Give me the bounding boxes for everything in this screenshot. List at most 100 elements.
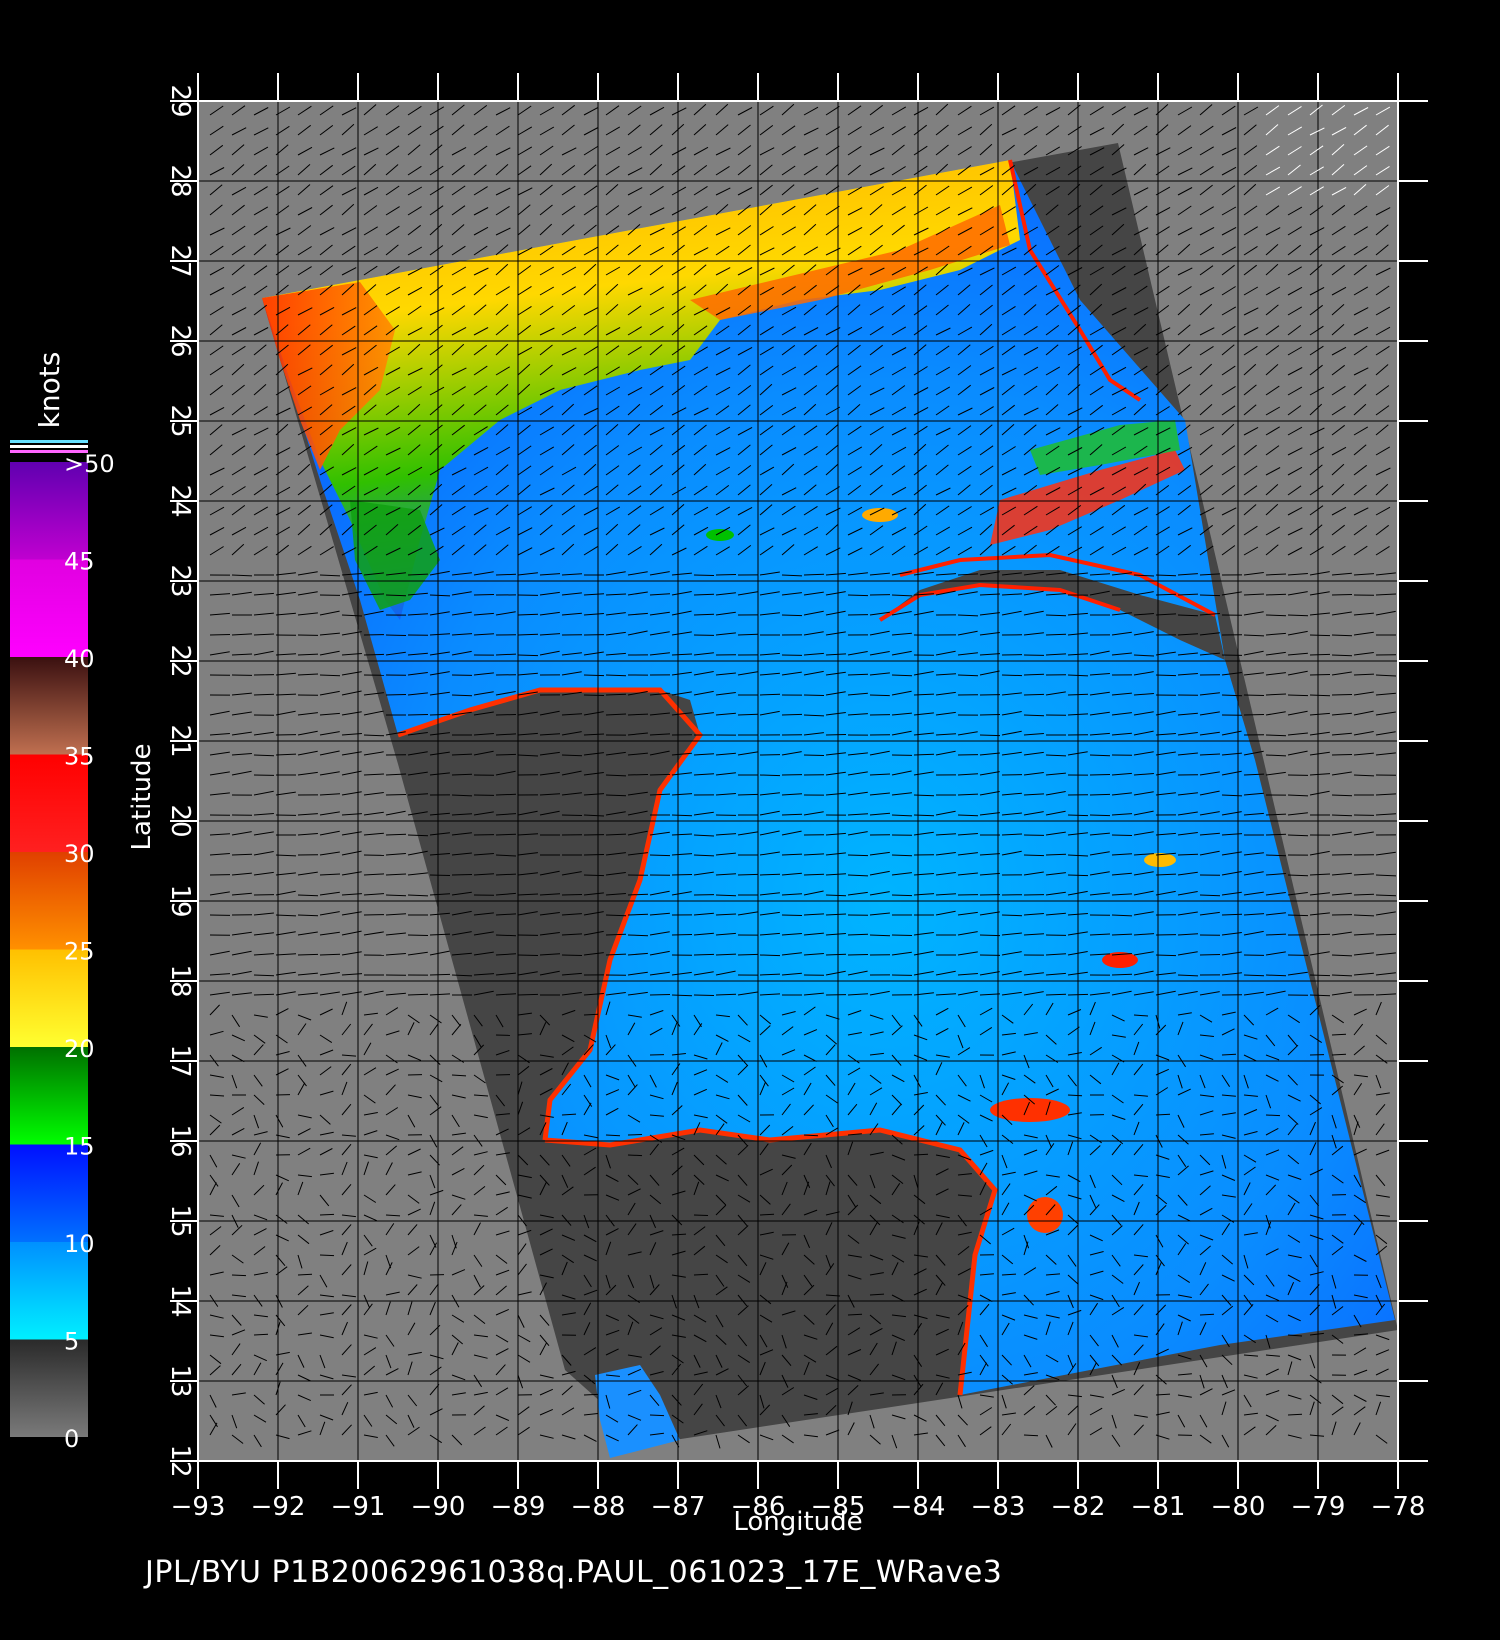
wind-vector [1331, 594, 1353, 596]
wind-vector [1067, 693, 1089, 696]
wind-vector [517, 633, 539, 636]
wind-vector [1089, 793, 1111, 796]
wind-vector [385, 694, 407, 696]
wind-vector [825, 734, 847, 736]
wind-vector [1199, 594, 1221, 597]
wind-vector [319, 1213, 335, 1216]
wind-vector [583, 1013, 599, 1016]
lat-tick-label: 25 [165, 404, 195, 437]
lat-tick-label: 12 [165, 1444, 195, 1477]
wind-vector [781, 914, 803, 916]
wind-vector [1089, 814, 1111, 817]
wind-vector [495, 714, 517, 716]
wind-vector [803, 694, 825, 696]
wind-vector [979, 934, 1001, 937]
wind-vector [297, 1273, 313, 1276]
wind-vector [979, 714, 1001, 716]
wind-vector [319, 953, 341, 956]
lat-tick-label: 18 [165, 964, 195, 997]
wind-vector [847, 673, 869, 676]
wind-vector [297, 953, 319, 956]
wind-vector [1265, 614, 1287, 617]
wind-vector [649, 854, 671, 857]
wind-vector [649, 994, 671, 996]
lon-tick-label: −79 [1291, 1492, 1346, 1522]
wind-vector [957, 674, 979, 677]
wind-vector [737, 633, 759, 636]
lon-tick-label: −93 [171, 1492, 226, 1522]
wind-vector [891, 894, 913, 897]
lon-tick-label: −89 [491, 1492, 546, 1522]
wind-vector [847, 854, 869, 857]
wind-vector [1199, 954, 1221, 956]
wind-vector [649, 1414, 665, 1417]
wind-vector [605, 794, 627, 797]
wind-vector [627, 1134, 643, 1136]
wind-vector [737, 953, 759, 956]
wind-vector [1331, 654, 1353, 657]
wind-vector [605, 933, 627, 936]
wind-vector [759, 954, 781, 957]
wind-vector [517, 993, 539, 996]
wind-vector [1265, 734, 1287, 737]
colorbar-overflow-marker [10, 445, 88, 448]
colorbar-tick-label: 40 [64, 645, 95, 673]
wind-vector [1199, 1313, 1215, 1316]
colorbar-tick-label: 25 [64, 938, 95, 966]
colorbar-tick-label: 30 [64, 840, 95, 868]
wind-vector [1221, 694, 1243, 697]
wind-vector [1199, 894, 1221, 897]
wind-vector [253, 754, 275, 757]
lon-tick-label: −84 [891, 1492, 946, 1522]
wind-vector [715, 993, 737, 996]
wind-vector [693, 953, 715, 956]
wind-vector [1155, 674, 1177, 677]
lon-tick-label: −87 [651, 1492, 706, 1522]
colorbar-tick-label: 5 [64, 1328, 79, 1356]
wind-vector [495, 793, 517, 796]
wind-vector [385, 894, 407, 897]
lat-tick-label: 28 [165, 164, 195, 197]
wind-vector [737, 793, 759, 796]
wind-vector [253, 974, 275, 977]
wind-speed-colorbar: 0 5 10 15 20 25 30 35 40 45 >50 [10, 440, 115, 1453]
wind-vector [583, 674, 605, 677]
colorbar-title: knots [33, 352, 66, 429]
wind-vector [715, 894, 737, 897]
lat-tick-label: 29 [165, 84, 195, 117]
lat-tick-label: 19 [165, 884, 195, 917]
wind-vector [517, 654, 539, 657]
lon-tick-label: −92 [251, 1492, 306, 1522]
lat-tick-label: 13 [165, 1364, 195, 1397]
lon-tick-label: −82 [1051, 1492, 1106, 1522]
wind-vector [231, 1274, 247, 1277]
wind-vector [319, 674, 341, 677]
wind-vector [671, 814, 693, 817]
wind-vector [1331, 754, 1353, 756]
wind-vector [979, 734, 1001, 737]
wind-vector [627, 1154, 643, 1157]
lat-tick-label: 23 [165, 564, 195, 597]
wind-vector [583, 694, 605, 696]
wind-vector [1067, 814, 1089, 817]
wind-vector [693, 994, 715, 996]
wind-vector [891, 674, 913, 677]
wind-vector [1265, 1114, 1281, 1117]
wind-vector [1309, 974, 1331, 977]
lat-tick-label: 22 [165, 644, 195, 677]
wind-vector [561, 754, 583, 757]
wind-vector [407, 934, 429, 936]
wind-vector [627, 774, 649, 776]
colorbar-tick-label: 45 [64, 548, 95, 576]
wind-vector [583, 854, 605, 856]
colorbar-overflow-marker [10, 440, 88, 443]
wind-vector [1287, 694, 1309, 697]
wind-vector [561, 894, 583, 896]
lat-tick-label: 15 [165, 1204, 195, 1237]
wind-vector [1155, 574, 1177, 577]
wind-vector [1023, 673, 1045, 676]
wind-vector [605, 674, 627, 677]
wind-vector [495, 934, 517, 937]
wind-vector [649, 773, 671, 776]
wind-vector [627, 934, 649, 937]
